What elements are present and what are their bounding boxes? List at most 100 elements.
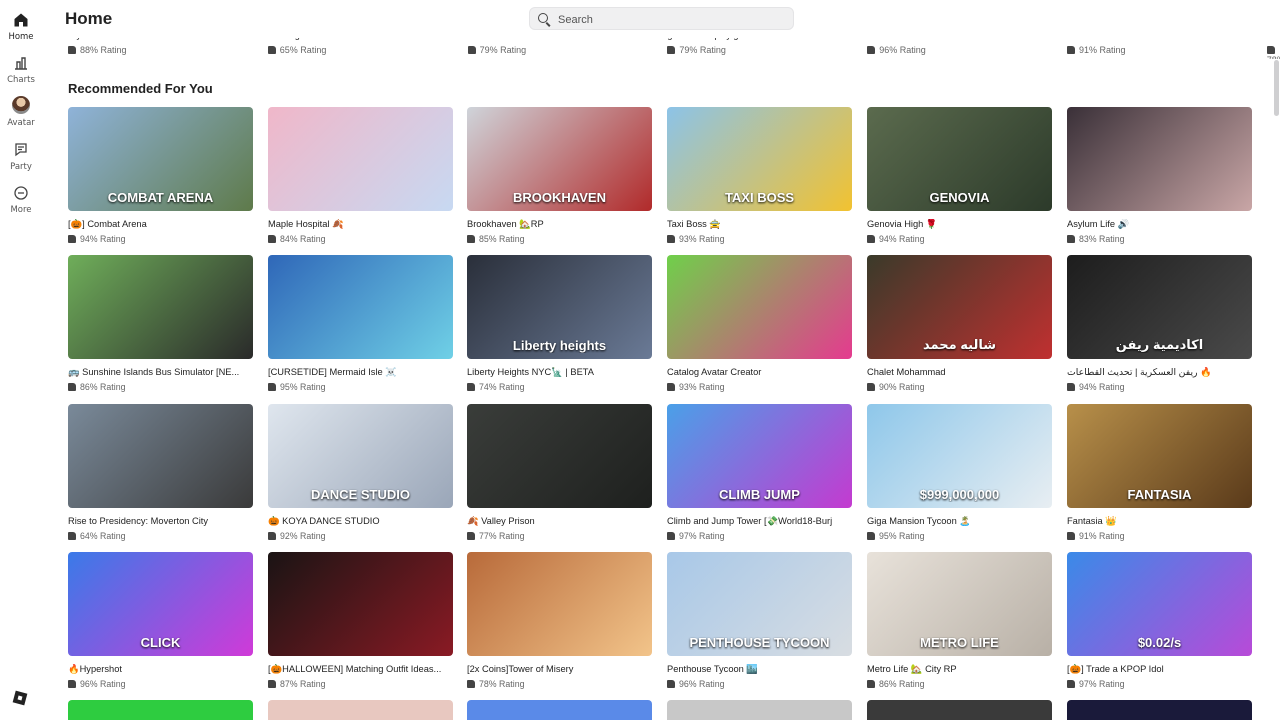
- game-tile[interactable]: CLICK 🔥Hypershot 96% Rating: [68, 552, 253, 690]
- game-thumbnail[interactable]: Liberty heights: [467, 255, 652, 359]
- search-box[interactable]: [529, 7, 794, 30]
- game-tile[interactable]: $0.02/s [🎃] Trade a KPOP Idol 97% Rating: [1067, 552, 1252, 690]
- game-thumbnail[interactable]: [268, 255, 453, 359]
- game-thumbnail[interactable]: [268, 552, 453, 656]
- game-thumbnail[interactable]: [268, 107, 453, 211]
- game-thumbnail[interactable]: [667, 700, 852, 720]
- game-thumbnail[interactable]: [467, 552, 652, 656]
- game-tile[interactable]: [🎃HALLOWEEN] Matching Outfit Ideas... 87%…: [268, 552, 453, 690]
- game-thumbnail[interactable]: DANCE STUDIO: [268, 404, 453, 508]
- game-thumbnail[interactable]: TAXI BOSS: [667, 107, 852, 211]
- game-name[interactable]: Giga Mansion Tycoon 🏝️: [867, 516, 1052, 527]
- game-tile[interactable]: 🍂 Valley Prison 77% Rating: [467, 404, 652, 542]
- game-name[interactable]: Penthouse Tycoon 🏙️: [667, 664, 852, 675]
- game-thumbnail[interactable]: [1067, 107, 1252, 211]
- game-thumbnail[interactable]: COMBAT ARENA: [68, 107, 253, 211]
- roblox-logo[interactable]: [12, 690, 28, 706]
- thumbs-up-icon: [467, 680, 475, 688]
- game-tile[interactable]: [CURSETIDE] Mermaid Isle ☠️ 95% Rating: [268, 255, 453, 393]
- game-rating: 95% Rating: [280, 382, 326, 392]
- game-name[interactable]: [2x Coins]Tower of Misery: [467, 664, 652, 674]
- game-tile[interactable]: Liberty heights Liberty Heights NYC🗽 | BE…: [467, 255, 652, 393]
- search-input[interactable]: [556, 11, 780, 29]
- game-name[interactable]: Catalog Avatar Creator: [667, 367, 852, 377]
- game-tile-partial[interactable]: [867, 700, 1052, 720]
- scrollbar[interactable]: [1274, 60, 1279, 116]
- game-tile[interactable]: COMBAT ARENA [🎃] Combat Arena 94% Rating: [68, 107, 253, 245]
- game-tile-partial[interactable]: [1067, 700, 1252, 720]
- game-tile[interactable]: $999,000,000 Giga Mansion Tycoon 🏝️ 95% Ra…: [867, 404, 1052, 542]
- game-name[interactable]: [CURSETIDE] Mermaid Isle ☠️: [268, 367, 453, 378]
- game-tile[interactable]: اكاديمية ريفن ريفن العسكرية | تحديث القطا…: [1067, 255, 1252, 393]
- game-thumbnail[interactable]: BROOKHAVEN: [467, 107, 652, 211]
- game-thumbnail[interactable]: [867, 700, 1052, 720]
- game-name[interactable]: Rise to Presidency: Moverton City: [68, 516, 253, 526]
- game-tile[interactable]: METRO LIFE Metro Life 🏡 City RP 86% Rating: [867, 552, 1052, 690]
- thumbnail-caption: PENTHOUSE TYCOON: [689, 635, 830, 650]
- nav-party[interactable]: Party: [0, 142, 42, 172]
- game-name[interactable]: 🎃 KOYA DANCE STUDIO: [268, 516, 453, 527]
- game-tile[interactable]: BROOKHAVEN Brookhaven 🏡RP 85% Rating: [467, 107, 652, 245]
- game-tile[interactable]: TAXI BOSS Taxi Boss 🚖 93% Rating: [667, 107, 852, 245]
- game-thumbnail[interactable]: PENTHOUSE TYCOON: [667, 552, 852, 656]
- game-tile-partial[interactable]: [268, 700, 453, 720]
- game-thumbnail[interactable]: CLICK: [68, 552, 253, 656]
- game-tile-partial[interactable]: [467, 700, 652, 720]
- game-tile-partial[interactable]: [68, 700, 253, 720]
- thumbs-up-icon: [667, 235, 675, 243]
- nav-avatar[interactable]: Avatar: [0, 96, 42, 128]
- game-name[interactable]: ريفن العسكرية | تحديث القطاعات 🔥: [1067, 367, 1252, 378]
- game-tile[interactable]: [2x Coins]Tower of Misery 78% Rating: [467, 552, 652, 690]
- game-rating: 92% Rating: [280, 531, 326, 541]
- game-tile[interactable]: FANTASIA Fantasia 👑 91% Rating: [1067, 404, 1252, 542]
- game-name[interactable]: Liberty Heights NYC🗽 | BETA: [467, 367, 652, 378]
- game-name[interactable]: Genovia High 🌹: [867, 219, 1052, 230]
- game-tile[interactable]: Catalog Avatar Creator 93% Rating: [667, 255, 852, 393]
- game-thumbnail[interactable]: [467, 700, 652, 720]
- game-tile-partial[interactable]: [667, 700, 852, 720]
- game-thumbnail[interactable]: [268, 700, 453, 720]
- game-name[interactable]: Climb and Jump Tower [💸World18-Burj: [667, 516, 852, 527]
- game-thumbnail[interactable]: FANTASIA: [1067, 404, 1252, 508]
- game-name[interactable]: Asylum Life 🔊: [1067, 219, 1252, 230]
- game-thumbnail[interactable]: $999,000,000: [867, 404, 1052, 508]
- game-tile[interactable]: DANCE STUDIO 🎃 KOYA DANCE STUDIO 92% Ratin…: [268, 404, 453, 542]
- game-name[interactable]: [🎃] Combat Arena: [68, 219, 253, 230]
- nav-charts[interactable]: Charts: [0, 55, 42, 85]
- game-tile[interactable]: CLIMB JUMP Climb and Jump Tower [💸World18…: [667, 404, 852, 542]
- game-name[interactable]: Chalet Mohammad: [867, 367, 1052, 377]
- game-name[interactable]: Brookhaven 🏡RP: [467, 219, 652, 230]
- thumbnail-caption: CLIMB JUMP: [719, 487, 800, 502]
- game-name[interactable]: 🚌 Sunshine Islands Bus Simulator [NE...: [68, 367, 253, 378]
- game-name[interactable]: Taxi Boss 🚖: [667, 219, 852, 230]
- game-thumbnail[interactable]: GENOVIA: [867, 107, 1052, 211]
- game-thumbnail[interactable]: $0.02/s: [1067, 552, 1252, 656]
- game-tile[interactable]: Asylum Life 🔊 83% Rating: [1067, 107, 1252, 245]
- game-tile[interactable]: PENTHOUSE TYCOON Penthouse Tycoon 🏙️ 96% R…: [667, 552, 852, 690]
- game-thumbnail[interactable]: CLIMB JUMP: [667, 404, 852, 508]
- game-thumbnail[interactable]: [1067, 700, 1252, 720]
- game-thumbnail[interactable]: METRO LIFE: [867, 552, 1052, 656]
- game-thumbnail[interactable]: اكاديمية ريفن: [1067, 255, 1252, 359]
- game-thumbnail[interactable]: [68, 700, 253, 720]
- game-name[interactable]: [🎃] Trade a KPOP Idol: [1067, 664, 1252, 675]
- game-thumbnail[interactable]: [68, 255, 253, 359]
- nav-more[interactable]: More: [0, 185, 42, 215]
- game-thumbnail[interactable]: [68, 404, 253, 508]
- game-thumbnail[interactable]: شاليه محمد: [867, 255, 1052, 359]
- game-name[interactable]: Fantasia 👑: [1067, 516, 1252, 527]
- game-tile[interactable]: شاليه محمد Chalet Mohammad 90% Rating: [867, 255, 1052, 393]
- game-tile[interactable]: Maple Hospital 🍂 84% Rating: [268, 107, 453, 245]
- game-name[interactable]: Metro Life 🏡 City RP: [867, 664, 1052, 675]
- game-rating: 91% Rating: [1079, 531, 1125, 541]
- game-name[interactable]: Maple Hospital 🍂: [268, 219, 453, 230]
- game-name[interactable]: 🔥Hypershot: [68, 664, 253, 675]
- game-name[interactable]: 🍂 Valley Prison: [467, 516, 652, 527]
- nav-home[interactable]: Home: [0, 12, 42, 42]
- game-name[interactable]: [🎃HALLOWEEN] Matching Outfit Ideas...: [268, 664, 453, 675]
- game-tile[interactable]: 🚌 Sunshine Islands Bus Simulator [NE... 8…: [68, 255, 253, 393]
- game-tile[interactable]: Rise to Presidency: Moverton City 64% Rat…: [68, 404, 253, 542]
- game-thumbnail[interactable]: [467, 404, 652, 508]
- game-tile[interactable]: GENOVIA Genovia High 🌹 94% Rating: [867, 107, 1052, 245]
- game-thumbnail[interactable]: [667, 255, 852, 359]
